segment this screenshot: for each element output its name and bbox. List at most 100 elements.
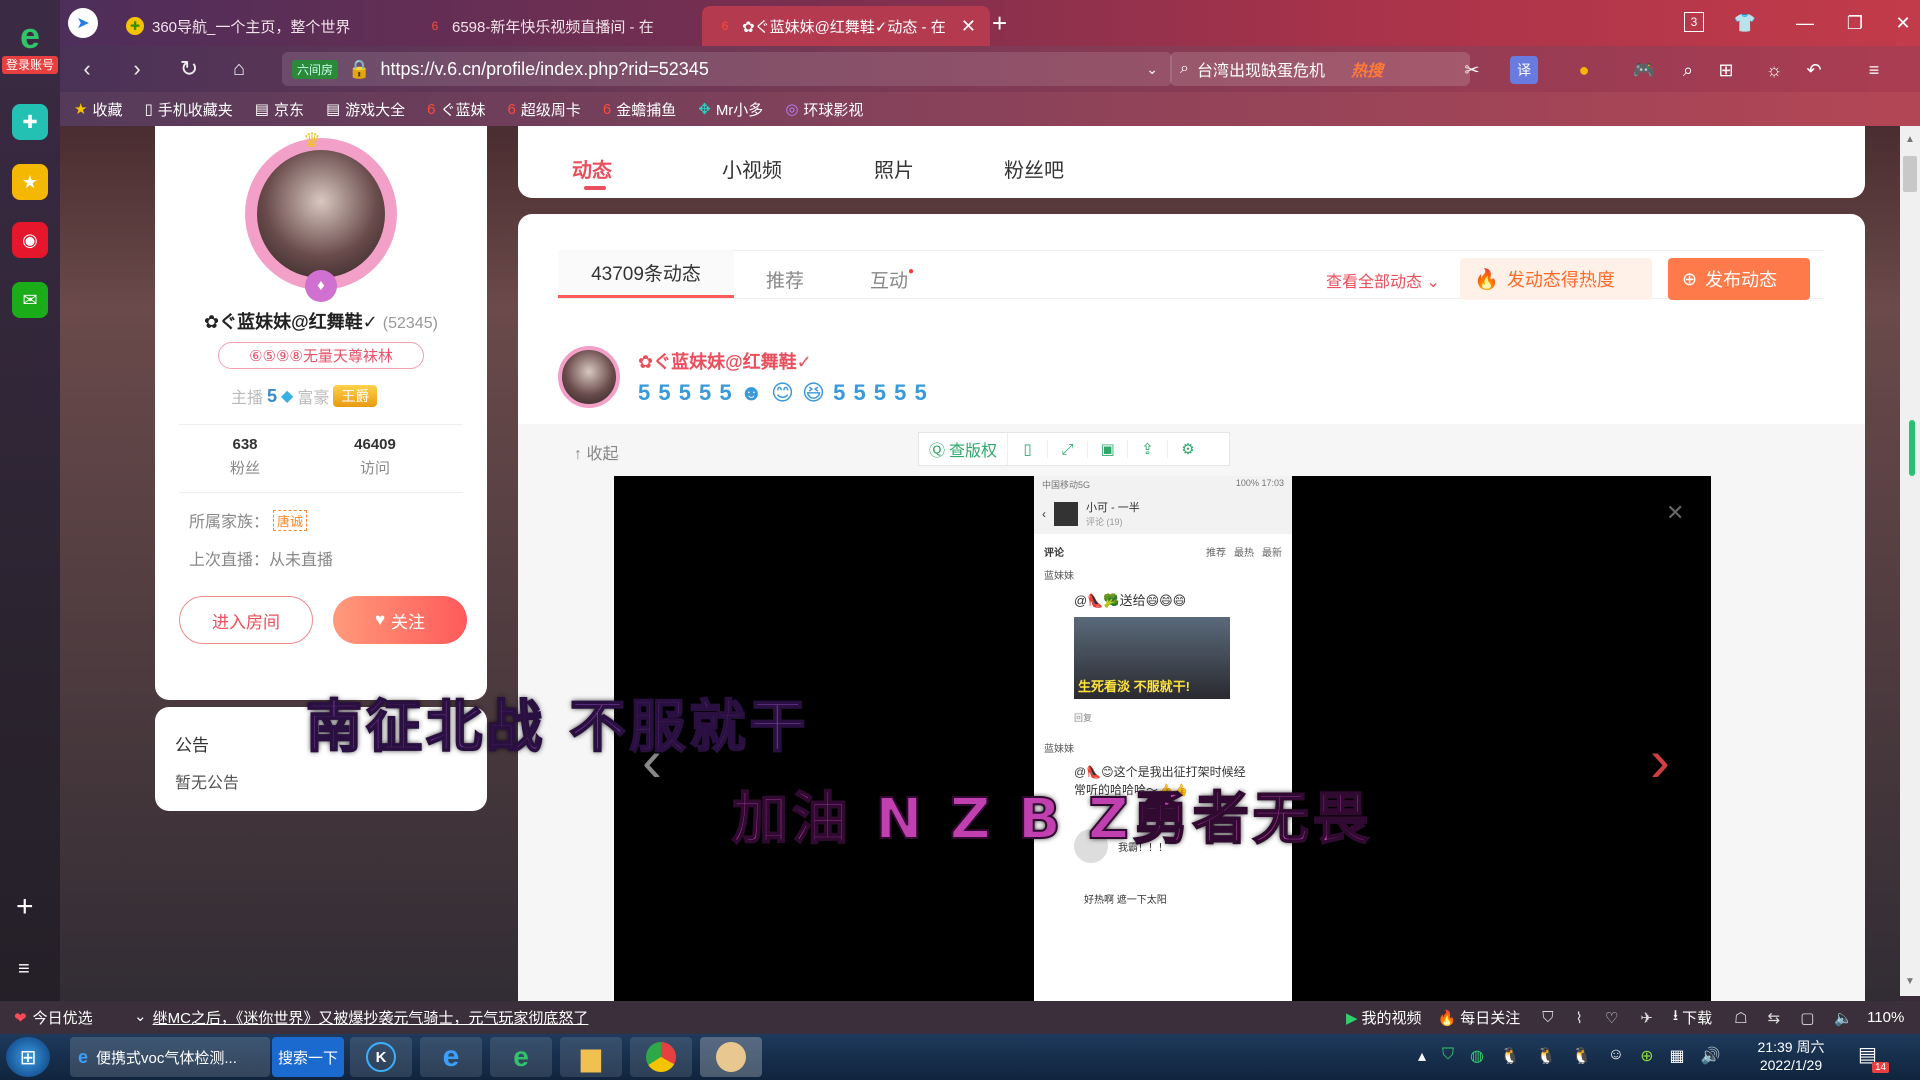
360-tray-icon[interactable]: ◍ — [1470, 1046, 1484, 1066]
back-icon[interactable]: ‹ — [70, 52, 104, 86]
settings-gear-icon[interactable]: ⚙ — [1168, 440, 1208, 458]
file-explorer-icon[interactable]: ▆ — [560, 1037, 622, 1077]
sidebar-menu-icon[interactable]: ≡ — [18, 958, 30, 981]
url-field[interactable]: 六间房 🔒 https://v.6.cn/profile/index.php?r… — [282, 52, 1172, 86]
restore-icon[interactable]: ❐ — [1840, 8, 1870, 38]
new-tab-button[interactable]: + — [992, 8, 1007, 39]
family-name[interactable]: 唐诚 — [273, 509, 308, 531]
wechat-icon[interactable]: ☺ — [1608, 1046, 1624, 1066]
tab-dynamics[interactable]: 动态 — [572, 154, 612, 183]
phone-frame-icon[interactable]: ▯ — [1008, 440, 1049, 458]
tab-short-videos[interactable]: 小视频 — [722, 154, 782, 183]
translate-icon[interactable]: 译 — [1510, 56, 1538, 84]
compare-icon[interactable]: ⇆ — [1768, 1009, 1781, 1027]
close-window-icon[interactable]: ✕ — [1888, 8, 1918, 38]
start-button[interactable]: ⊞ — [6, 1037, 50, 1077]
bookmark-weekly[interactable]: 6 超级周卡 — [508, 99, 581, 120]
shield-icon[interactable]: ⛉ — [1542, 1009, 1553, 1027]
zoom-level[interactable]: 110% — [1867, 1009, 1904, 1026]
subtab-all-posts[interactable]: 43709条动态 — [558, 250, 734, 298]
enter-room-button[interactable]: 进入房间 — [179, 596, 313, 644]
fullscreen-icon[interactable]: ⤢ — [1048, 440, 1089, 458]
subtab-interaction[interactable]: 互动● — [870, 266, 914, 293]
next-arrow-icon[interactable]: › — [1650, 726, 1670, 795]
taskbar-search-button[interactable]: 搜索一下 — [272, 1037, 344, 1077]
search-input[interactable]: ⌕ 台湾出现缺蛋危机 热搜 — [1170, 52, 1470, 86]
chart-icon[interactable]: ⌇ — [1576, 1009, 1583, 1027]
today-picks[interactable]: ❤ 今日优选 — [0, 1007, 130, 1028]
menu-icon[interactable]: ≡ — [1860, 56, 1888, 84]
login-account-button[interactable]: 登录账号 — [2, 56, 58, 74]
game-icon[interactable]: 🎮 — [1630, 56, 1658, 84]
gamepad-icon[interactable]: ☖ — [1734, 1009, 1747, 1027]
tab-fan-bar[interactable]: 粉丝吧 — [1004, 154, 1064, 183]
tab-count-badge[interactable]: 3 — [1684, 12, 1704, 32]
collapse-button[interactable]: ↑ 收起 — [574, 440, 618, 464]
qq-icon[interactable]: 🐧 — [1500, 1046, 1520, 1066]
refresh-icon[interactable]: ↻ — [172, 52, 206, 86]
save-icon[interactable]: ▣ — [1088, 440, 1129, 458]
plus-tray-icon[interactable]: ⊕ — [1640, 1046, 1653, 1066]
post-author[interactable]: ✿ぐ蓝妹妹@红舞鞋✓ — [638, 348, 812, 374]
tray-expand-icon[interactable]: ▴ — [1418, 1046, 1426, 1066]
taskbar-app-browser-window[interactable]: e 便携式voc气体检测... — [70, 1037, 270, 1077]
window-icon[interactable]: ▢ — [1800, 1009, 1814, 1027]
favorites-star-icon[interactable]: ★ — [12, 164, 48, 200]
bookmark-fishing[interactable]: 6 金蟾捕鱼 — [603, 99, 676, 120]
ie-browser-icon[interactable]: e — [420, 1037, 482, 1077]
download-button[interactable]: ⭳ 下载 — [1673, 1005, 1712, 1030]
scroll-down-icon[interactable]: ▼ — [1905, 976, 1915, 987]
qq-icon[interactable]: 🐧 — [1572, 1046, 1592, 1066]
chrome-icon[interactable] — [630, 1037, 692, 1077]
cut-icon[interactable]: ✂ — [1458, 56, 1486, 84]
bookmark-global-video[interactable]: ◎ 环球影视 — [785, 99, 863, 120]
system-clock[interactable]: 21:39 周六 2022/1/29 — [1746, 1038, 1836, 1074]
qq-icon[interactable]: 🐧 — [1536, 1046, 1556, 1066]
coin-icon[interactable]: ● — [1570, 56, 1598, 84]
undo-icon[interactable]: ↶ — [1800, 56, 1828, 84]
page-scrollbar[interactable]: ▲ ▼ — [1900, 126, 1920, 996]
minimize-icon[interactable]: — — [1790, 8, 1820, 38]
my-video[interactable]: ▶ 我的视频 — [1346, 1007, 1422, 1028]
scroll-up-icon[interactable]: ▲ — [1905, 134, 1915, 145]
scroll-thumb[interactable] — [1903, 156, 1917, 192]
bookmark-mobile[interactable]: ▯ 手机收藏夹 — [144, 99, 232, 120]
news-ticker[interactable]: ⌄ 继MC之后，《迷你世界》又被爆抄袭元气骑士，元气玩家彻底怒了 — [130, 1007, 1210, 1028]
360-browser-icon[interactable]: e — [490, 1037, 552, 1077]
kugou-icon[interactable]: K — [350, 1037, 412, 1077]
sidebar-app-icon[interactable]: ✚ — [12, 104, 48, 140]
bookmark-jd[interactable]: ▤ 京东 — [255, 99, 304, 120]
media-app-icon[interactable] — [700, 1037, 762, 1077]
bookmark-favorites[interactable]: ★ 收藏 — [74, 99, 122, 120]
heartbeat-icon[interactable]: ♡ — [1605, 1009, 1618, 1027]
close-tab-icon[interactable]: ✕ — [961, 16, 976, 37]
brightness-icon[interactable]: ☼ — [1760, 56, 1788, 84]
volume-icon[interactable]: 🔊 — [1701, 1046, 1721, 1066]
forward-icon[interactable]: › — [120, 52, 154, 86]
apps-grid-icon[interactable]: ⊞ — [1712, 56, 1740, 84]
avatar[interactable] — [257, 150, 385, 278]
close-viewer-icon[interactable]: ✕ — [1666, 500, 1684, 526]
hot-post-button[interactable]: 🔥 发动态得热度 — [1460, 258, 1652, 300]
share-icon[interactable]: ⇪ — [1128, 440, 1169, 458]
daily-follow[interactable]: 🔥 每日关注 — [1438, 1007, 1521, 1028]
tab-360-navigation[interactable]: ✚ 360导航_一个主页，整个世界 — [112, 6, 412, 46]
volume-icon[interactable]: 🔈 — [1834, 1009, 1853, 1027]
rocket-icon[interactable]: ✈ — [1640, 1009, 1653, 1027]
tab-profile-active[interactable]: 6 ✿ぐ蓝妹妹@红舞鞋✓动态 - 在 ✕ — [702, 6, 990, 46]
tab-live-room[interactable]: 6 6598-新年快乐视频直播间 - 在 — [412, 6, 702, 46]
copyright-check-button[interactable]: Ⓠ 查版权 — [919, 433, 1009, 465]
publish-post-button[interactable]: ⊕ 发布动态 — [1668, 258, 1810, 300]
subtab-recommended[interactable]: 推荐 — [766, 266, 804, 293]
bookmark-games[interactable]: ▤ 游戏大全 — [326, 99, 405, 120]
network-icon[interactable]: ▦ — [1670, 1046, 1685, 1066]
add-sidebar-icon[interactable]: + — [16, 890, 34, 924]
zoom-search-icon[interactable]: ⌕ — [1674, 56, 1702, 84]
family-tag[interactable]: ⑥⑤⑨⑧无量天尊袜林 — [218, 342, 424, 369]
home-icon[interactable]: ⌂ — [222, 52, 256, 86]
tab-photos[interactable]: 照片 — [874, 154, 914, 183]
mail-icon[interactable]: ✉ — [12, 282, 48, 318]
security-shield-icon[interactable]: ⛉ — [1442, 1046, 1454, 1066]
navigate-arrow-icon[interactable]: ➤ — [68, 8, 98, 38]
fans-stat[interactable]: 638 粉丝 — [205, 436, 285, 478]
